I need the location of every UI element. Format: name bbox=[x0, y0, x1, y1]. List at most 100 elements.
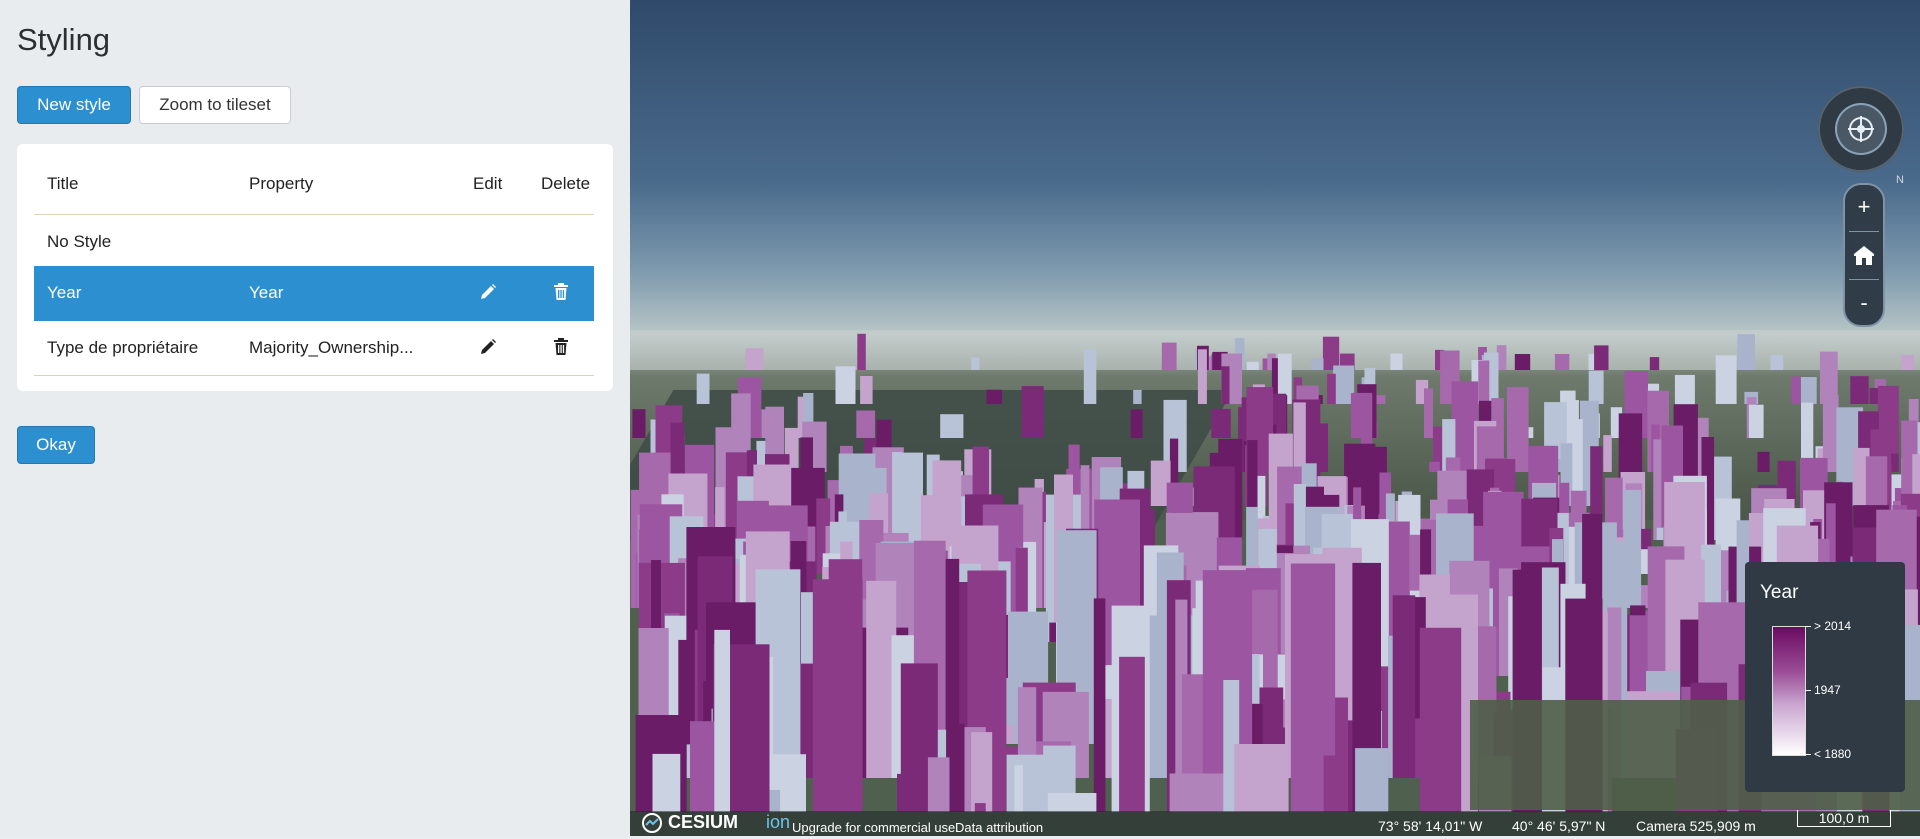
building bbox=[1554, 354, 1570, 370]
building bbox=[835, 366, 856, 404]
city-buildings bbox=[630, 330, 1920, 812]
longitude-readout: 73° 58' 14,01" W bbox=[1378, 818, 1483, 834]
building bbox=[1221, 366, 1230, 404]
header-title: Title bbox=[47, 174, 79, 193]
legend-tick bbox=[1805, 690, 1811, 691]
zoom-out-button[interactable]: - bbox=[1845, 281, 1883, 325]
cesium-ion-text: ion bbox=[766, 812, 791, 832]
building bbox=[1093, 598, 1106, 812]
building bbox=[1419, 627, 1462, 812]
building bbox=[1161, 342, 1177, 370]
building bbox=[971, 357, 980, 370]
building bbox=[1323, 755, 1337, 812]
building bbox=[1429, 461, 1440, 472]
building bbox=[1130, 409, 1143, 438]
legend-panel: Year > 2014 1947 < 1880 bbox=[1745, 562, 1905, 792]
building bbox=[652, 753, 681, 812]
styling-panel: Styling New style Zoom to tileset Title … bbox=[0, 0, 630, 836]
building bbox=[971, 732, 993, 812]
upgrade-link[interactable]: Upgrade for commercial use. bbox=[792, 820, 959, 835]
pencil-icon[interactable] bbox=[476, 280, 500, 304]
building bbox=[1715, 355, 1737, 404]
header-edit: Edit bbox=[473, 174, 503, 193]
building bbox=[1311, 358, 1324, 370]
building bbox=[1594, 345, 1609, 370]
pencil-icon[interactable] bbox=[476, 335, 500, 359]
cesium-logo-icon bbox=[642, 813, 662, 833]
home-button[interactable] bbox=[1845, 233, 1883, 277]
home-icon bbox=[1854, 246, 1874, 265]
building bbox=[1327, 373, 1336, 404]
building bbox=[1603, 435, 1612, 472]
building bbox=[1791, 376, 1801, 404]
building bbox=[1197, 349, 1207, 404]
zoom-divider bbox=[1849, 279, 1879, 280]
building bbox=[1478, 360, 1490, 404]
building bbox=[1169, 773, 1224, 812]
building bbox=[857, 333, 866, 370]
panel-title: Styling bbox=[17, 22, 111, 57]
building bbox=[1424, 388, 1433, 438]
building bbox=[1392, 595, 1416, 778]
zoom-in-button[interactable]: + bbox=[1845, 185, 1883, 229]
row-title: No Style bbox=[47, 232, 112, 251]
row-title: Type de propriétaire bbox=[47, 338, 199, 357]
trash-icon[interactable] bbox=[549, 280, 573, 304]
legend-tick bbox=[1805, 626, 1811, 627]
building bbox=[897, 773, 929, 812]
building bbox=[1014, 765, 1023, 812]
cesium-3d-viewer[interactable] bbox=[630, 0, 1920, 836]
data-attribution-link[interactable]: Data attribution bbox=[955, 820, 1043, 835]
building bbox=[1770, 354, 1784, 370]
building bbox=[1749, 404, 1764, 438]
okay-button[interactable]: Okay bbox=[17, 426, 95, 464]
new-style-button[interactable]: New style bbox=[17, 86, 131, 124]
building bbox=[1390, 353, 1403, 370]
table-row[interactable]: Type de propriétaire Majority_Ownership.… bbox=[34, 321, 594, 376]
building bbox=[1588, 370, 1604, 404]
legend-min-label: < 1880 bbox=[1814, 747, 1852, 761]
building bbox=[860, 376, 873, 404]
building bbox=[1514, 354, 1531, 370]
cesium-logo-text: CESIUM bbox=[668, 812, 739, 832]
row-property: Majority_Ownership... bbox=[249, 338, 414, 357]
building bbox=[1211, 408, 1231, 438]
building bbox=[856, 410, 876, 438]
legend-max-label: > 2014 bbox=[1814, 619, 1852, 633]
zoom-controls: + - bbox=[1843, 183, 1885, 327]
building bbox=[1047, 793, 1097, 812]
building bbox=[1119, 656, 1145, 812]
trash-icon[interactable] bbox=[549, 335, 573, 359]
building bbox=[632, 409, 646, 438]
building bbox=[1757, 451, 1770, 472]
cesium-logo[interactable] bbox=[641, 812, 663, 834]
styles-table: Title Property Edit Delete No Style Year… bbox=[17, 144, 613, 391]
camera-height-readout: Camera 525,909 m bbox=[1636, 818, 1756, 834]
compass-widget[interactable]: N bbox=[1818, 86, 1904, 186]
building bbox=[1800, 377, 1817, 404]
table-row[interactable]: No Style bbox=[34, 215, 594, 270]
building bbox=[1083, 349, 1097, 404]
compass-north-label: N bbox=[1896, 174, 1904, 186]
header-delete: Delete bbox=[541, 174, 591, 193]
building bbox=[828, 559, 863, 812]
building bbox=[1246, 361, 1259, 370]
legend-color-ramp bbox=[1772, 626, 1806, 756]
legend-mid-label: 1947 bbox=[1814, 683, 1841, 697]
building bbox=[1649, 357, 1660, 370]
building bbox=[714, 629, 730, 812]
row-title: Year bbox=[47, 283, 82, 302]
building bbox=[1355, 748, 1389, 812]
table-row[interactable]: Year Year bbox=[34, 266, 594, 321]
header-property: Property bbox=[249, 174, 314, 193]
distance-scale-bar: 100,0 m bbox=[1797, 810, 1891, 827]
building bbox=[1850, 376, 1869, 404]
zoom-to-tileset-button[interactable]: Zoom to tileset bbox=[139, 86, 291, 124]
building bbox=[940, 414, 964, 438]
compass-rotate-icon[interactable] bbox=[1835, 103, 1887, 155]
building bbox=[745, 348, 764, 370]
building bbox=[986, 389, 1003, 404]
legend-title: Year bbox=[1760, 582, 1799, 603]
latitude-readout: 40° 46' 5,97" N bbox=[1512, 818, 1606, 834]
building bbox=[927, 757, 950, 812]
